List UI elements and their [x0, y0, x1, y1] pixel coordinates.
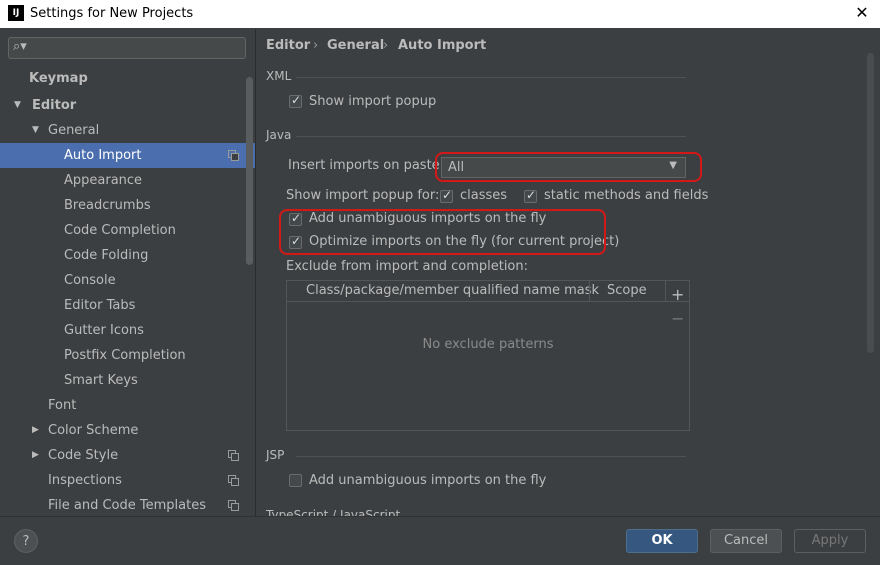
section-jsp: JSP: [266, 448, 285, 462]
column-divider: [589, 281, 590, 301]
sidebar-scrollbar[interactable]: [246, 77, 253, 265]
project-scope-icon: [228, 475, 239, 486]
app-logo-icon: IJ: [8, 5, 24, 21]
insert-imports-label: Insert imports on paste:: [288, 158, 445, 173]
remove-icon[interactable]: −: [671, 309, 684, 328]
add-icon[interactable]: +: [671, 285, 684, 304]
sidebar-item-editor-tabs[interactable]: Editor Tabs: [64, 293, 135, 318]
section-xml: XML: [266, 69, 292, 83]
highlight-annotation: [435, 152, 702, 182]
empty-table-text: No exclude patterns: [422, 337, 554, 352]
sidebar-item-code-folding[interactable]: Code Folding: [64, 243, 148, 268]
close-icon[interactable]: ✕: [852, 3, 872, 23]
section-typescript: TypeScript / JavaScript: [266, 508, 401, 516]
classes-label[interactable]: classes: [460, 188, 507, 203]
window-title: Settings for New Projects: [30, 6, 194, 21]
separator: [296, 136, 686, 137]
project-scope-icon: [228, 450, 239, 461]
separator: [296, 77, 686, 78]
help-button[interactable]: ?: [14, 529, 38, 553]
sidebar-item-gutter-icons[interactable]: Gutter Icons: [64, 318, 144, 343]
collapse-arrow-icon[interactable]: ▶: [32, 443, 39, 468]
collapse-arrow-icon[interactable]: ▶: [32, 418, 39, 443]
separator: [296, 456, 686, 457]
settings-sidebar: ⌕▾ Keymap ▼ Editor ▼ General Auto Import…: [0, 29, 255, 516]
sidebar-item-inspections[interactable]: Inspections: [48, 468, 122, 493]
sidebar-item-postfix-completion[interactable]: Postfix Completion: [64, 343, 186, 368]
expand-arrow-icon[interactable]: ▼: [14, 93, 21, 118]
sidebar-item-console[interactable]: Console: [64, 268, 116, 293]
table-header: Class/package/member qualified name mask…: [287, 281, 689, 302]
sidebar-item-code-completion[interactable]: Code Completion: [64, 218, 176, 243]
classes-checkbox[interactable]: [440, 188, 453, 203]
exclude-label: Exclude from import and completion:: [286, 259, 528, 274]
search-input[interactable]: ⌕▾: [8, 37, 246, 59]
sidebar-item-breadcrumbs[interactable]: Breadcrumbs: [64, 193, 151, 218]
sidebar-item-appearance[interactable]: Appearance: [64, 168, 142, 193]
cancel-button[interactable]: Cancel: [710, 529, 782, 553]
breadcrumb-editor: Editor: [266, 38, 311, 53]
breadcrumb-auto-import: Auto Import: [398, 38, 487, 53]
exclude-table[interactable]: Class/package/member qualified name mask…: [286, 280, 690, 431]
show-popup-for-label: Show import popup for:: [286, 188, 440, 203]
apply-button[interactable]: Apply: [794, 529, 866, 553]
static-methods-label[interactable]: static methods and fields: [544, 188, 708, 203]
expand-arrow-icon[interactable]: ▼: [32, 118, 39, 143]
sidebar-item-file-code-templates[interactable]: File and Code Templates: [48, 493, 206, 518]
main-scrollbar[interactable]: [867, 53, 874, 353]
sidebar-item-keymap[interactable]: Keymap: [29, 66, 88, 91]
breadcrumb-general: General: [327, 38, 385, 53]
breadcrumb-separator: ›: [383, 38, 389, 53]
project-scope-icon: [228, 500, 239, 511]
sidebar-item-font[interactable]: Font: [48, 393, 76, 418]
dialog-button-bar: ? OK Cancel Apply: [0, 516, 880, 565]
project-scope-icon: [228, 150, 239, 161]
breadcrumb-separator: ›: [313, 38, 319, 53]
sidebar-item-general[interactable]: General: [48, 118, 99, 143]
sidebar-item-auto-import[interactable]: Auto Import: [64, 143, 141, 168]
search-icon: ⌕▾: [13, 39, 27, 54]
column-divider: [665, 281, 666, 301]
column-header-scope[interactable]: Scope: [607, 283, 647, 298]
show-import-popup-checkbox[interactable]: [289, 93, 302, 108]
static-methods-checkbox[interactable]: [524, 188, 537, 203]
section-java: Java: [266, 128, 292, 142]
title-bar: IJ Settings for New Projects ✕: [0, 0, 880, 28]
ok-button[interactable]: OK: [626, 529, 698, 553]
column-header-mask[interactable]: Class/package/member qualified name mask: [306, 283, 599, 298]
highlight-annotation: [279, 209, 606, 255]
sidebar-item-code-style[interactable]: Code Style: [48, 443, 118, 468]
jsp-add-unambiguous-label[interactable]: Add unambiguous imports on the fly: [309, 473, 546, 488]
sidebar-item-color-scheme[interactable]: Color Scheme: [48, 418, 138, 443]
show-import-popup-label[interactable]: Show import popup: [309, 94, 436, 109]
settings-main-panel: Editor › General › Auto Import XML Show …: [256, 29, 880, 516]
sidebar-item-smart-keys[interactable]: Smart Keys: [64, 368, 138, 393]
sidebar-item-editor[interactable]: Editor: [32, 93, 76, 118]
jsp-add-unambiguous-checkbox[interactable]: [289, 474, 302, 487]
